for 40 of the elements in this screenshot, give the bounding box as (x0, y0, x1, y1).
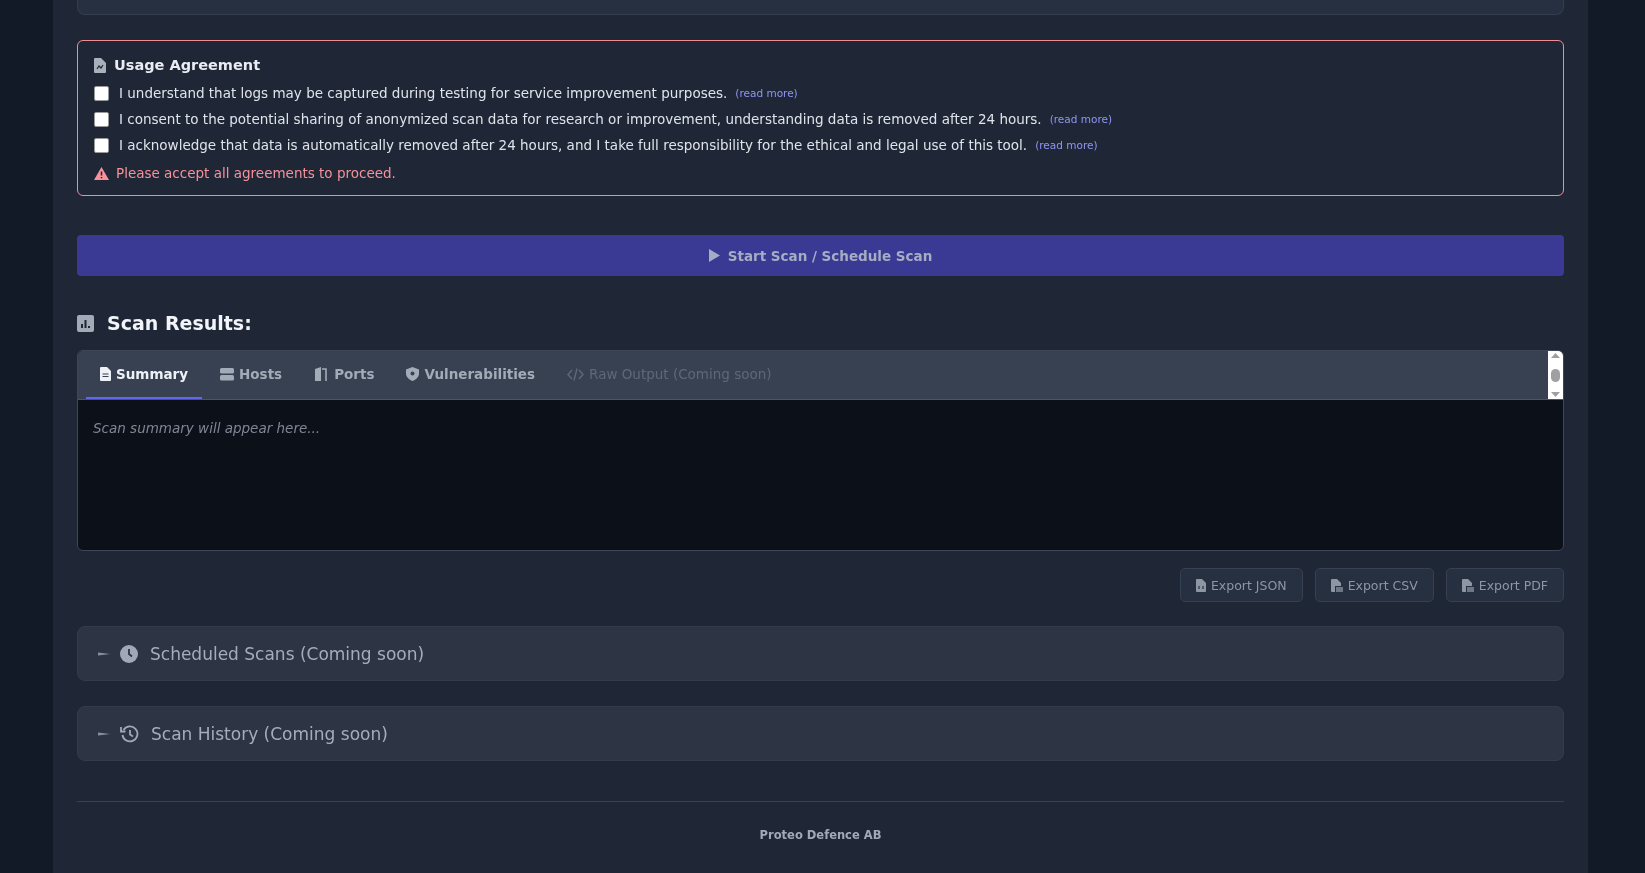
warning-icon (94, 166, 109, 180)
pdf-file-icon (1461, 578, 1474, 592)
document-icon (100, 367, 111, 381)
read-more-link[interactable]: (read more) (735, 87, 798, 99)
export-button[interactable]: Export PDF (1445, 568, 1564, 602)
export-button[interactable]: Export JSON (1179, 568, 1303, 602)
clock-icon (120, 644, 138, 663)
checkbox[interactable] (94, 85, 109, 101)
checkbox[interactable] (94, 111, 109, 127)
read-more-link[interactable]: (read more) (1035, 139, 1098, 151)
csv-file-icon (1330, 578, 1343, 592)
export-button[interactable]: Export CSV (1314, 568, 1434, 602)
warning-message: Please accept all agreements to proceed. (116, 165, 396, 181)
collapsible-section[interactable]: Scan History (Coming soon) (77, 706, 1564, 761)
bar-chart-icon (77, 314, 94, 332)
play-icon (708, 249, 720, 262)
agreement-title: Usage Agreement (114, 57, 261, 73)
agreement-text: I acknowledge that data is automatically removed after 24 hours, and I take full responsibility for the ethical and legal use of this tool. (119, 137, 1028, 153)
collapsible-section[interactable]: Scheduled Scans (Coming soon) (77, 626, 1564, 681)
agreement-text: I understand that logs may be captured during testing for service improvement purposes. (119, 85, 728, 101)
scrollbar[interactable] (1548, 351, 1563, 399)
tab[interactable]: Ports (300, 351, 389, 399)
tab[interactable]: Vulnerabilities (392, 351, 550, 399)
door-icon (314, 367, 330, 381)
document-icon (94, 57, 106, 73)
section-title: Scan History (Coming soon) (151, 723, 388, 744)
read-more-link[interactable]: (read more) (1049, 113, 1113, 125)
start-scan-button[interactable]: Start Scan / Schedule Scan (77, 235, 1564, 276)
history-icon (120, 724, 139, 743)
footer-text: Proteo Defence AB (759, 828, 882, 842)
shield-icon (406, 367, 420, 381)
json-file-icon (1195, 578, 1206, 592)
section-heading: Scan Results: (107, 312, 252, 334)
server-icon (220, 367, 235, 381)
section-title: Scheduled Scans (Coming soon) (150, 643, 425, 664)
tab[interactable]: Hosts (206, 351, 297, 399)
code-icon (567, 367, 585, 381)
placeholder-text: Scan summary will appear here... (93, 420, 321, 436)
agreement-text: I consent to the potential sharing of anonymized scan data for research or improvement, understanding data is removed after 24 hours. (119, 111, 1042, 127)
checkbox[interactable] (94, 137, 109, 153)
